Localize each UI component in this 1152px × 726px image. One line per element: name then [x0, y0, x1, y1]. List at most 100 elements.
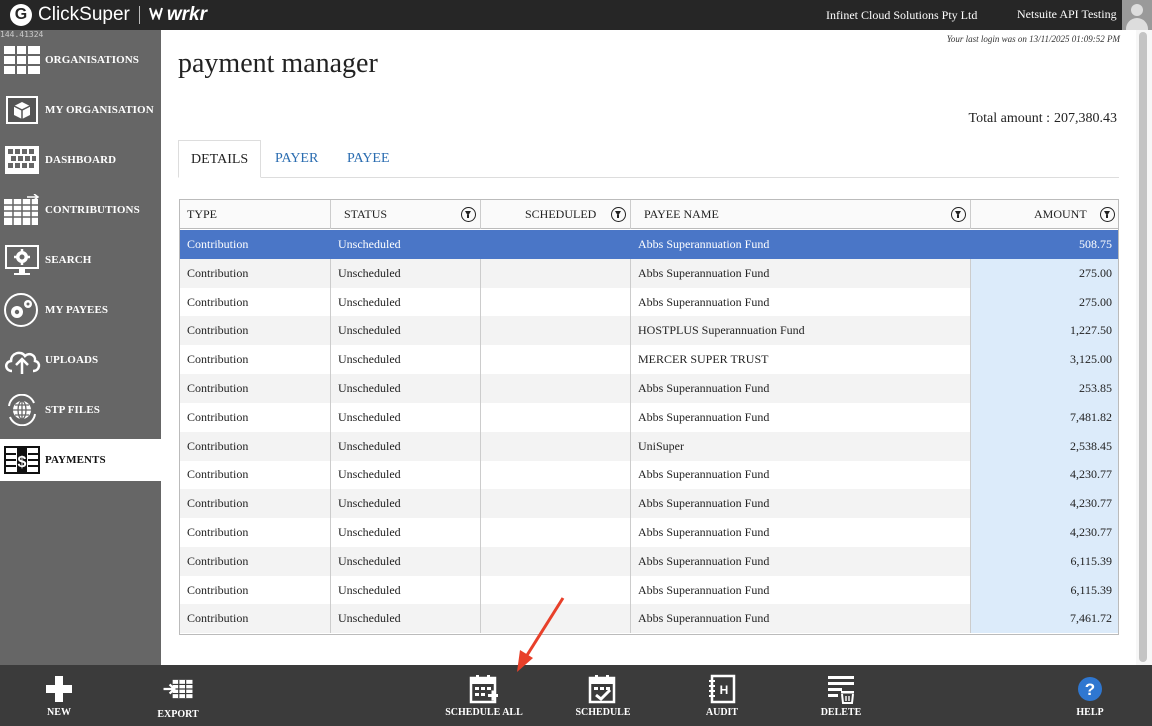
cell-type: Contribution: [180, 575, 331, 605]
avatar[interactable]: [1122, 0, 1152, 30]
filter-icon[interactable]: [1100, 207, 1115, 222]
cell-type: Contribution: [180, 345, 331, 375]
sidebar-item-dashboard[interactable]: DASHBOARD: [0, 139, 161, 181]
cell-status: Unscheduled: [331, 287, 481, 317]
cloud-upload-icon: [3, 343, 41, 377]
page-scrollbar[interactable]: [1136, 30, 1152, 665]
sidebar-item-label: DASHBOARD: [45, 154, 117, 166]
brand-name: ClickSuper: [38, 4, 130, 25]
tab-details[interactable]: DETAILS: [178, 140, 261, 178]
cell-amount: 508.75: [971, 230, 1118, 259]
organisations-grid-icon: [3, 43, 41, 77]
cell-scheduled: [481, 460, 631, 490]
cell-status: Unscheduled: [331, 489, 481, 519]
table-row[interactable]: Contribution Unscheduled Abbs Superannuati…: [180, 230, 1118, 259]
organisation-name[interactable]: Infinet Cloud Solutions Pty Ltd: [826, 8, 977, 23]
filter-icon[interactable]: [951, 207, 966, 222]
calendar-add-icon: [468, 673, 500, 705]
payments-table: TYPE STATUS SCHEDULED PAYEE NAME AMOUNT …: [179, 199, 1119, 635]
column-header-amount[interactable]: AMOUNT: [971, 200, 1118, 229]
sidebar-item-label: MY ORGANISATION: [45, 104, 154, 116]
audit-button[interactable]: H AUDIT: [667, 665, 777, 726]
sidebar-item-payments[interactable]: $ PAYMENTS: [0, 439, 161, 481]
cell-scheduled: [481, 287, 631, 317]
export-button[interactable]: EXPORT: [123, 665, 233, 726]
cell-type: Contribution: [180, 258, 331, 288]
help-button[interactable]: ? HELP: [1035, 665, 1145, 726]
table-row[interactable]: Contribution Unscheduled Abbs Superannuati…: [180, 489, 1118, 519]
svg-text:?: ?: [1085, 680, 1095, 699]
cell-type: Contribution: [180, 489, 331, 519]
last-login-notice: Your last login was on 13/11/2025 01:09:…: [946, 34, 1120, 44]
cell-payee-name: Abbs Superannuation Fund: [631, 575, 971, 605]
cell-amount: 4,230.77: [971, 489, 1118, 519]
cell-scheduled: [481, 374, 631, 403]
delete-button-label: DELETE: [820, 707, 862, 718]
sidebar-item-my-organisation[interactable]: MY ORGANISATION: [0, 89, 161, 131]
cell-status: Unscheduled: [331, 374, 481, 403]
dollar-table-icon: $: [3, 443, 41, 477]
cell-type: Contribution: [180, 518, 331, 547]
cell-payee-name: Abbs Superannuation Fund: [631, 489, 971, 519]
brand-logo[interactable]: G ClickSuper wrkr: [10, 4, 207, 26]
page-title: payment manager: [178, 48, 378, 79]
table-row[interactable]: Contribution Unscheduled Abbs Superannuati…: [180, 460, 1118, 490]
sidebar-item-label: SEARCH: [45, 254, 92, 266]
top-bar: G ClickSuper wrkr Infinet Cloud Solution…: [0, 0, 1152, 30]
column-header-payee-name[interactable]: PAYEE NAME: [631, 200, 971, 229]
cell-status: Unscheduled: [331, 316, 481, 346]
sidebar-item-search[interactable]: SEARCH: [0, 239, 161, 281]
user-name[interactable]: Netsuite API Testing: [1017, 7, 1117, 22]
filter-icon[interactable]: [461, 207, 476, 222]
delete-table-icon: [825, 673, 857, 705]
cell-status: Unscheduled: [331, 604, 481, 634]
table-row[interactable]: Contribution Unscheduled Abbs Superannuati…: [180, 518, 1118, 547]
globe-refresh-icon: [3, 393, 41, 427]
new-button[interactable]: NEW: [4, 665, 114, 726]
help-icon: ?: [1074, 673, 1106, 705]
cell-payee-name: Abbs Superannuation Fund: [631, 258, 971, 288]
cell-payee-name: Abbs Superannuation Fund: [631, 604, 971, 634]
plus-icon: [43, 673, 75, 705]
cell-status: Unscheduled: [331, 460, 481, 490]
sidebar-item-uploads[interactable]: UPLOADS: [0, 339, 161, 381]
cell-payee-name: Abbs Superannuation Fund: [631, 546, 971, 576]
payees-gear-icon: [3, 293, 41, 327]
tab-payee[interactable]: PAYEE: [347, 140, 390, 178]
table-row[interactable]: Contribution Unscheduled MERCER SUPER TRUS…: [180, 345, 1118, 375]
schedule-button[interactable]: SCHEDULE: [548, 665, 658, 726]
cell-type: Contribution: [180, 230, 331, 259]
table-row[interactable]: Contribution Unscheduled UniSuper 2,538.45: [180, 431, 1118, 461]
scrollbar-thumb[interactable]: [1139, 32, 1147, 662]
version-label: 144.41324: [0, 30, 44, 39]
cell-payee-name: Abbs Superannuation Fund: [631, 518, 971, 547]
tab-payer[interactable]: PAYER: [275, 140, 318, 178]
column-header-scheduled[interactable]: SCHEDULED: [481, 200, 631, 229]
cell-payee-name: Abbs Superannuation Fund: [631, 374, 971, 403]
table-row[interactable]: Contribution Unscheduled Abbs Superannuati…: [180, 604, 1118, 634]
table-row[interactable]: Contribution Unscheduled Abbs Superannuati…: [180, 546, 1118, 576]
cell-scheduled: [481, 546, 631, 576]
sidebar-item-contributions[interactable]: CONTRIBUTIONS: [0, 189, 161, 231]
schedule-all-button[interactable]: SCHEDULE ALL: [429, 665, 539, 726]
cell-type: Contribution: [180, 402, 331, 432]
table-row[interactable]: Contribution Unscheduled HOSTPLUS Superann…: [180, 316, 1118, 346]
table-row[interactable]: Contribution Unscheduled Abbs Superannuati…: [180, 258, 1118, 288]
table-row[interactable]: Contribution Unscheduled Abbs Superannuati…: [180, 575, 1118, 605]
table-row[interactable]: Contribution Unscheduled Abbs Superannuati…: [180, 374, 1118, 403]
sidebar-item-organisations[interactable]: ORGANISATIONS: [0, 39, 161, 81]
column-header-status[interactable]: STATUS: [331, 200, 481, 229]
cell-status: Unscheduled: [331, 575, 481, 605]
table-row[interactable]: Contribution Unscheduled Abbs Superannuati…: [180, 287, 1118, 317]
tab-bar: DETAILS PAYER PAYEE: [178, 140, 1119, 178]
column-header-type[interactable]: TYPE: [180, 200, 331, 229]
sidebar-item-my-payees[interactable]: MY PAYEES: [0, 289, 161, 331]
table-row[interactable]: Contribution Unscheduled Abbs Superannuati…: [180, 402, 1118, 432]
filter-icon[interactable]: [611, 207, 626, 222]
delete-button[interactable]: DELETE: [786, 665, 896, 726]
cell-amount: 4,230.77: [971, 460, 1118, 490]
sidebar-item-stp-files[interactable]: STP FILES: [0, 389, 161, 431]
cell-type: Contribution: [180, 460, 331, 490]
cell-amount: 6,115.39: [971, 575, 1118, 605]
column-header-label: PAYEE NAME: [644, 207, 719, 221]
